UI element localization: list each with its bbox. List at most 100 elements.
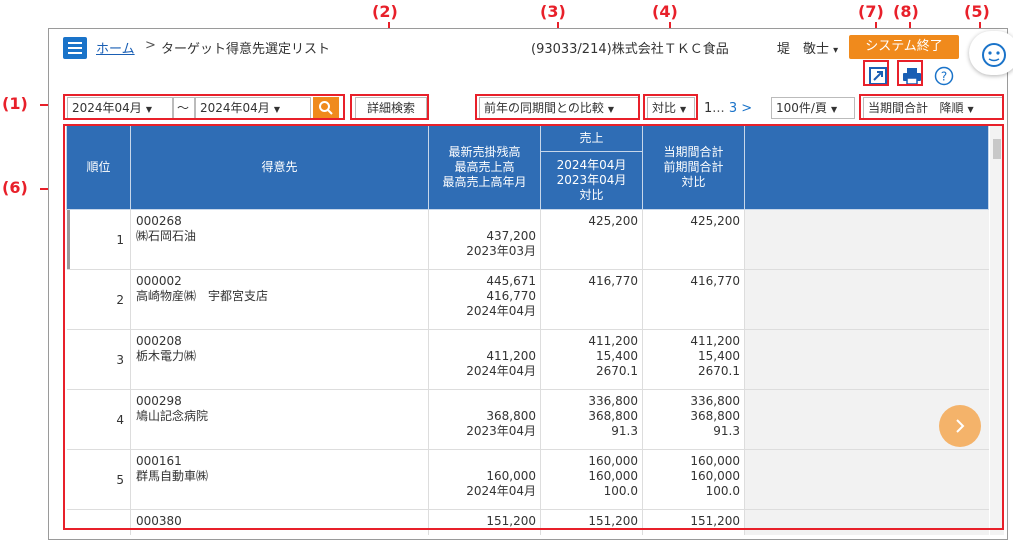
annotation-1: (1) xyxy=(2,94,28,113)
header-balance[interactable]: 最新売掛残高 最高売上高 最高売上高年月 xyxy=(428,125,541,210)
balance-cell-line xyxy=(429,454,536,469)
rank-cell xyxy=(66,509,131,535)
chevron-right-icon[interactable]: > xyxy=(741,101,752,116)
total-cell-line: 425,200 xyxy=(690,214,740,228)
sort-select[interactable]: 当期間合計 降順 ▼ xyxy=(863,97,1003,119)
comparison-select[interactable]: 前年の同期間との比較 ▼ xyxy=(479,97,639,119)
rank-cell: 4 xyxy=(66,389,131,450)
table-row[interactable]: 2 000002 高崎物産㈱ 宇都宮支店 445,671 416,770 2024年04月… xyxy=(66,269,989,330)
pager-last[interactable]: 3 xyxy=(729,101,737,116)
total-cell-line xyxy=(643,304,740,319)
balance-cell-line: 368,800 xyxy=(486,409,536,423)
balance-cell-line xyxy=(429,394,536,409)
ratio-select[interactable]: 対比 ▼ xyxy=(647,97,695,119)
sales-cell-line xyxy=(541,304,638,319)
comparison-value: 前年の同期間との比較 xyxy=(484,101,604,115)
total-cell-line: 336,800 xyxy=(690,394,740,408)
blank-cell xyxy=(744,449,989,510)
app-window: ホーム > ターゲット得意先選定リスト (93033/214)株式会社ＴＫＣ食品… xyxy=(48,28,1013,540)
balance-cell: 368,800 2023年04月 xyxy=(428,389,541,450)
table-row[interactable]: 4 000298 鳩山記念病院 368,800 2023年04月 336,800 368,8… xyxy=(66,389,989,450)
total-cell-line: 411,200 xyxy=(690,334,740,348)
customer-cell: 000298 鳩山記念病院 xyxy=(130,389,429,450)
blank-cell xyxy=(744,269,989,330)
chevron-right-icon[interactable] xyxy=(939,405,981,447)
total-cell-line: 91.3 xyxy=(713,424,740,438)
sales-cell-line xyxy=(541,244,638,259)
customer-cell: 000002 高崎物産㈱ 宇都宮支店 xyxy=(130,269,429,330)
sales-cell-line: 15,400 xyxy=(596,349,638,363)
total-cell-line xyxy=(643,229,740,244)
header-total-2: 前期間合計 xyxy=(663,160,724,174)
sales-cell-line: 411,200 xyxy=(588,334,638,348)
header-rank[interactable]: 順位 xyxy=(66,125,131,210)
hamburger-menu-icon[interactable] xyxy=(63,37,87,59)
total-cell: 411,200 15,400 2670.1 xyxy=(642,329,745,390)
external-link-icon[interactable] xyxy=(867,65,889,87)
chevron-down-icon: ▾ xyxy=(833,45,839,56)
user-name: 堤 敬士 xyxy=(777,42,830,57)
customer-cell-line: 高崎物産㈱ 宇都宮支店 xyxy=(136,289,269,303)
header-total-1: 当期間合計 xyxy=(663,145,724,159)
header-total-3: 対比 xyxy=(681,175,706,189)
period-to-select[interactable]: 2024年04月 ▼ xyxy=(195,97,311,119)
period-from-select[interactable]: 2024年04月 ▼ xyxy=(67,97,173,119)
total-cell-line xyxy=(643,529,740,535)
table-row[interactable]: 5 000161 群馬自動車㈱ 160,000 2024年04月 160,000 160,0… xyxy=(66,449,989,510)
rank-cell: 1 xyxy=(66,209,131,270)
per-page-select[interactable]: 100件/頁 ▼ xyxy=(771,97,855,119)
header-sales-sub-3: 対比 xyxy=(579,188,604,202)
annotation-4: (4) xyxy=(652,2,678,21)
balance-cell-line: 416,770 xyxy=(486,289,536,303)
balance-cell-line: 2024年04月 xyxy=(466,484,536,498)
printer-icon[interactable] xyxy=(901,65,923,87)
balance-cell-line xyxy=(429,529,536,535)
pagination: 1... 3 > xyxy=(704,101,752,116)
total-cell-line: 368,800 xyxy=(690,409,740,423)
user-menu[interactable]: 堤 敬士 ▾ xyxy=(777,38,838,57)
sales-cell-line: 151,200 xyxy=(588,514,638,528)
sales-cell-line: 416,770 xyxy=(588,274,638,288)
sales-cell-line: 160,000 xyxy=(588,454,638,468)
header-balance-2: 最高売上高 xyxy=(454,160,515,174)
assistant-avatar[interactable] xyxy=(969,31,1013,75)
header-balance-1: 最新売掛残高 xyxy=(448,145,521,159)
total-cell: 416,770 xyxy=(642,269,745,330)
table-row[interactable]: 1 000268 ㈱石岡石油 437,200 2023年03月 425,200 425,20… xyxy=(66,209,989,270)
breadcrumb-separator: > xyxy=(145,38,156,53)
customer-cell-line: 栃木電力㈱ xyxy=(136,349,197,363)
table-row[interactable]: 000380 151,200 151,200 151,200 xyxy=(66,509,989,535)
customer-cell-line: 000208 xyxy=(136,334,182,348)
sales-cell-line: 91.3 xyxy=(611,424,638,438)
help-icon[interactable]: ? xyxy=(933,65,955,87)
balance-cell-line: 411,200 xyxy=(486,349,536,363)
header-balance-3: 最高売上高年月 xyxy=(442,175,527,189)
table-row[interactable]: 3 000208 栃木電力㈱ 411,200 2024年04月 411,200 15,400… xyxy=(66,329,989,390)
balance-cell-line: 151,200 xyxy=(486,514,536,528)
total-cell-line: 15,400 xyxy=(698,349,740,363)
annotation-7: (7) xyxy=(858,2,884,21)
search-icon[interactable] xyxy=(313,97,339,119)
chevron-down-icon: ▼ xyxy=(830,105,838,114)
chevron-down-icon: ▼ xyxy=(145,105,152,114)
total-cell-line: 160,000 xyxy=(690,469,740,483)
sales-cell-line: 100.0 xyxy=(603,484,638,498)
header-sales-sub[interactable]: 2024年04月 2023年04月 対比 xyxy=(540,151,643,210)
vertical-scrollbar[interactable] xyxy=(990,125,1004,535)
header-total[interactable]: 当期間合計 前期間合計 対比 xyxy=(642,125,745,210)
detail-search-button[interactable]: 詳細検索 xyxy=(355,97,427,119)
sales-cell-line: 336,800 xyxy=(588,394,638,408)
balance-cell-line xyxy=(429,334,536,349)
balance-cell-line: 160,000 xyxy=(486,469,536,483)
customer-cell: 000268 ㈱石岡石油 xyxy=(130,209,429,270)
annotation-3: (3) xyxy=(540,2,566,21)
sales-cell: 411,200 15,400 2670.1 xyxy=(540,329,643,390)
sales-cell: 416,770 xyxy=(540,269,643,330)
breadcrumb-home-link[interactable]: ホーム xyxy=(96,38,135,57)
scrollbar-thumb[interactable] xyxy=(993,139,1001,159)
system-end-button[interactable]: システム終了 xyxy=(849,35,959,59)
sales-cell-line: 2670.1 xyxy=(596,364,638,378)
customer-cell-line xyxy=(136,529,428,535)
sales-cell-line xyxy=(541,289,638,304)
header-customer[interactable]: 得意先 xyxy=(130,125,429,210)
